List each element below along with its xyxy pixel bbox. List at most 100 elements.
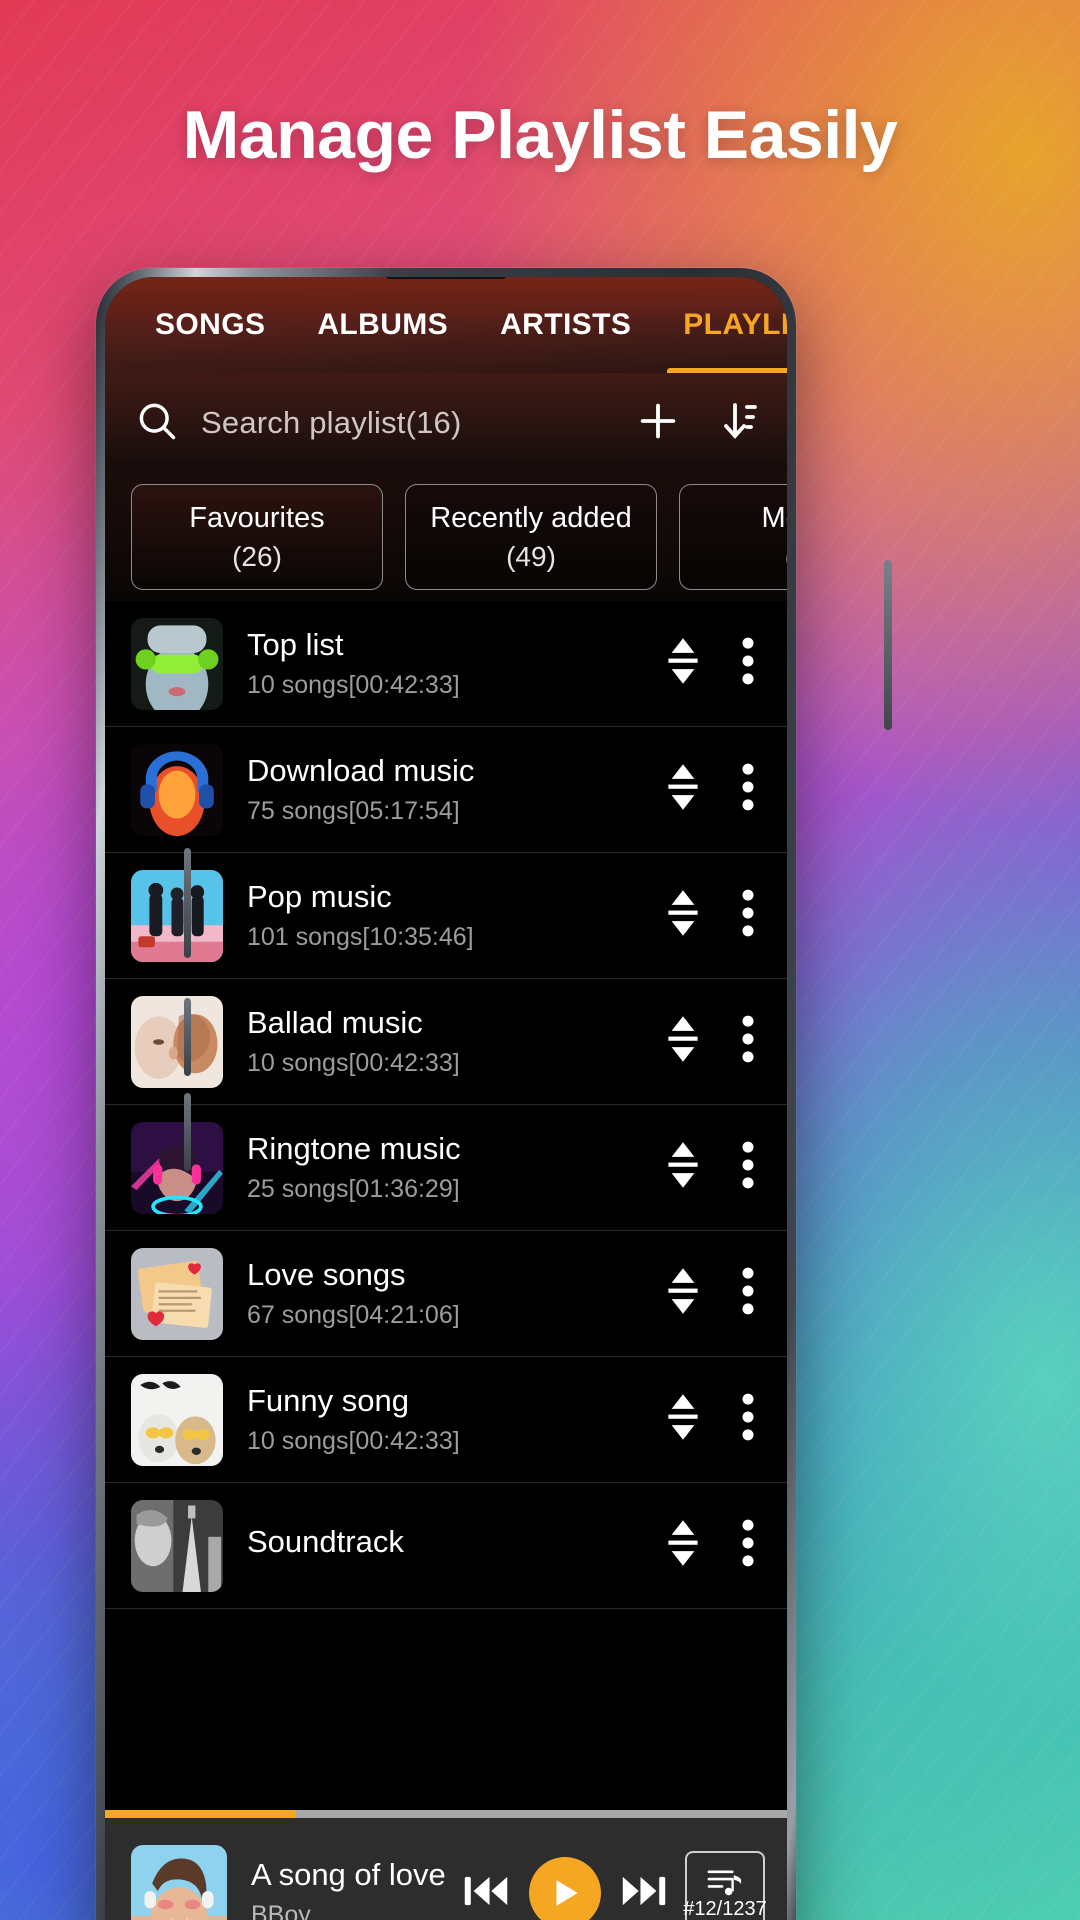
reorder-handle-icon[interactable]	[663, 635, 703, 692]
playlist-subtitle: 10 songs[00:42:33]	[247, 1427, 460, 1455]
playlist-subtitle: 75 songs[05:17:54]	[247, 797, 460, 825]
search-bar[interactable]: Search playlist(16)	[105, 373, 787, 473]
more-options-icon[interactable]	[741, 1139, 755, 1196]
chip-count: (26)	[232, 540, 282, 572]
playback-progress-fill	[105, 1810, 296, 1818]
tab-artists[interactable]: ARTISTS	[474, 277, 657, 373]
playlist-subtitle: 101 songs[10:35:46]	[247, 923, 474, 951]
now-playing-artist: BBoy	[251, 1900, 311, 1920]
chip-count: (49)	[506, 540, 556, 572]
row-actions	[663, 1265, 761, 1322]
playlist-list[interactable]: Top list 10 songs[00:42:33] Download mus…	[105, 601, 787, 1818]
skip-previous-icon[interactable]	[463, 1869, 509, 1918]
more-options-icon[interactable]	[741, 761, 755, 818]
playlist-artwork	[131, 869, 223, 962]
row-actions	[663, 1013, 761, 1070]
tab-label: ALBUMS	[317, 308, 449, 341]
playlist-artwork	[131, 1247, 223, 1340]
now-playing-info: A song of love BBoy	[251, 1857, 463, 1920]
chip-most-played[interactable]: Most p (16	[679, 484, 787, 590]
chip-label: Recently added	[430, 501, 632, 534]
tab-songs[interactable]: SONGS	[129, 277, 291, 373]
more-options-icon[interactable]	[741, 1517, 755, 1574]
sort-descending-icon[interactable]	[711, 397, 759, 450]
playlist-title: Download music	[247, 753, 475, 788]
playlist-subtitle: 10 songs[00:42:33]	[247, 671, 460, 699]
playlist-title: Love songs	[247, 1257, 406, 1292]
list-item[interactable]: Ringtone music 25 songs[01:36:29]	[105, 1105, 787, 1231]
chip-label: Most p	[761, 501, 787, 534]
playlist-title: Ringtone music	[247, 1131, 461, 1166]
phone-side-button	[184, 848, 191, 958]
playback-progress-bar[interactable]	[105, 1810, 787, 1818]
phone-volume-up-button	[184, 998, 191, 1076]
reorder-handle-icon[interactable]	[663, 761, 703, 818]
phone-mockup: SONGS ALBUMS ARTISTS PLAYLIST BOOK Searc…	[96, 268, 796, 1920]
playlist-title: Ballad music	[247, 1005, 423, 1040]
more-options-icon[interactable]	[741, 1265, 755, 1322]
more-options-icon[interactable]	[741, 635, 755, 692]
skip-next-icon[interactable]	[621, 1869, 667, 1918]
row-actions	[663, 761, 761, 818]
reorder-handle-icon[interactable]	[663, 1139, 703, 1196]
list-item[interactable]: Pop music 101 songs[10:35:46]	[105, 853, 787, 979]
search-input[interactable]: Search playlist(16)	[201, 405, 605, 441]
search-icon	[135, 399, 179, 448]
phone-earpiece-speaker	[386, 277, 506, 279]
playlist-title: Funny song	[247, 1383, 409, 1418]
row-actions	[663, 887, 761, 944]
row-actions	[663, 635, 761, 692]
phone-volume-down-button	[184, 1093, 191, 1171]
tab-label: SONGS	[155, 308, 266, 341]
now-playing-title: A song of love	[251, 1856, 446, 1892]
music-app-screen: SONGS ALBUMS ARTISTS PLAYLIST BOOK Searc…	[105, 277, 787, 1920]
now-playing-artwork	[131, 1845, 227, 1920]
row-actions	[663, 1391, 761, 1448]
playlist-info: Ballad music 10 songs[00:42:33]	[247, 1005, 663, 1078]
row-actions	[663, 1139, 761, 1196]
list-item[interactable]: Love songs 67 songs[04:21:06]	[105, 1231, 787, 1357]
row-actions	[663, 1517, 761, 1574]
playlist-info: Soundtrack	[247, 1524, 663, 1568]
player-controls	[463, 1857, 667, 1920]
tab-label: PLAYLIST	[683, 308, 787, 341]
more-options-icon[interactable]	[741, 887, 755, 944]
reorder-handle-icon[interactable]	[663, 1265, 703, 1322]
playlist-subtitle: 67 songs[04:21:06]	[247, 1301, 460, 1329]
reorder-handle-icon[interactable]	[663, 1013, 703, 1070]
list-item[interactable]: Download music 75 songs[05:17:54]	[105, 727, 787, 853]
play-icon[interactable]	[529, 1857, 601, 1920]
playlist-artwork	[131, 743, 223, 836]
reorder-handle-icon[interactable]	[663, 1517, 703, 1574]
more-options-icon[interactable]	[741, 1391, 755, 1448]
playlist-artwork	[131, 1121, 223, 1214]
phone-power-button	[884, 560, 892, 730]
list-item[interactable]: Ballad music 10 songs[00:42:33]	[105, 979, 787, 1105]
playlist-info: Ringtone music 25 songs[01:36:29]	[247, 1131, 663, 1204]
chip-count: (16	[785, 541, 787, 573]
playlist-artwork	[131, 1373, 223, 1466]
queue-music-icon[interactable]: #12/1237	[683, 1851, 767, 1920]
tab-playlist[interactable]: PLAYLIST	[657, 277, 787, 373]
list-item[interactable]: Top list 10 songs[00:42:33]	[105, 601, 787, 727]
reorder-handle-icon[interactable]	[663, 1391, 703, 1448]
list-item[interactable]: Funny song 10 songs[00:42:33]	[105, 1357, 787, 1483]
reorder-handle-icon[interactable]	[663, 887, 703, 944]
plus-icon[interactable]	[635, 398, 681, 449]
playlist-title: Pop music	[247, 879, 392, 914]
playlist-title: Top list	[247, 627, 344, 662]
chip-recently-added[interactable]: Recently added (49)	[405, 484, 657, 590]
playlist-info: Top list 10 songs[00:42:33]	[247, 627, 663, 700]
playlist-artwork	[131, 617, 223, 710]
tab-albums[interactable]: ALBUMS	[291, 277, 474, 373]
playlist-subtitle: 25 songs[01:36:29]	[247, 1175, 460, 1203]
mini-player[interactable]: A song of love BBoy #12/1237	[105, 1818, 787, 1920]
phone-screen-bezel: SONGS ALBUMS ARTISTS PLAYLIST BOOK Searc…	[105, 277, 787, 1920]
chip-favourites[interactable]: Favourites (26)	[131, 484, 383, 590]
playlist-info: Funny song 10 songs[00:42:33]	[247, 1383, 663, 1456]
playlist-title: Soundtrack	[247, 1523, 404, 1559]
more-options-icon[interactable]	[741, 1013, 755, 1070]
playlist-info: Download music 75 songs[05:17:54]	[247, 753, 663, 826]
list-item[interactable]: Soundtrack	[105, 1483, 787, 1609]
chip-label: Favourites	[189, 501, 325, 534]
